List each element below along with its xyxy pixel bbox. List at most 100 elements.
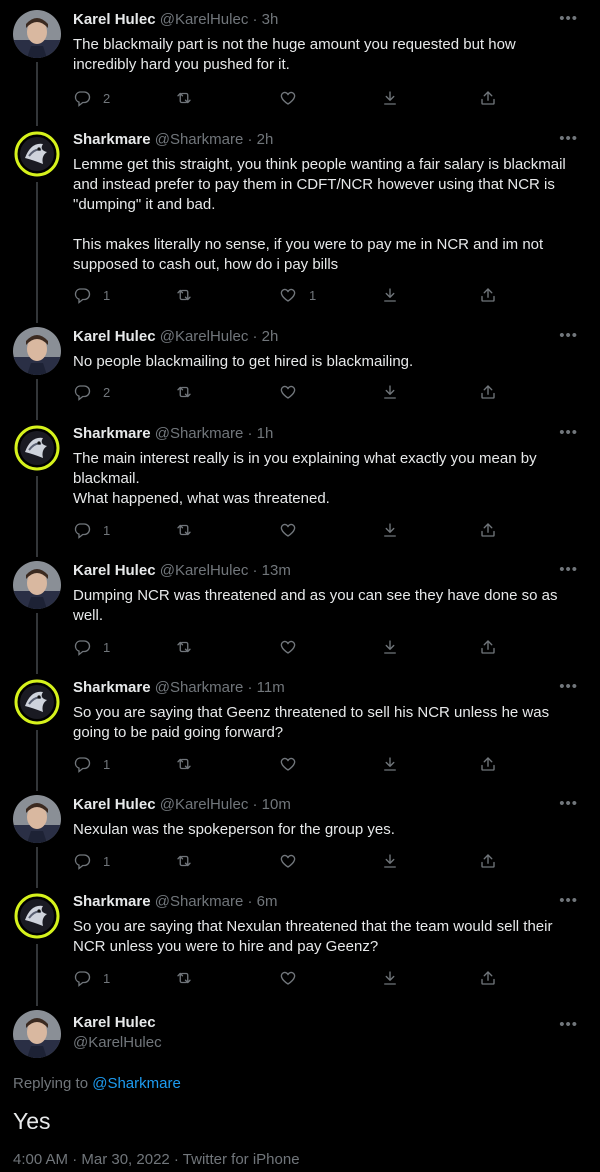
like-button[interactable] [279, 968, 309, 988]
more-icon[interactable]: ••• [559, 795, 578, 813]
share-icon [479, 969, 497, 987]
author-name[interactable]: Karel Hulec [73, 796, 156, 813]
more-icon[interactable]: ••• [559, 892, 578, 910]
reply-button[interactable]: 1 [73, 285, 110, 305]
author-name[interactable]: Sharkmare [73, 425, 151, 442]
reply-button[interactable]: 2 [73, 382, 110, 402]
more-icon[interactable]: ••• [559, 424, 578, 442]
author-name[interactable]: Sharkmare [73, 893, 151, 910]
tweet-actions: 1 [73, 520, 503, 540]
reply-icon [73, 286, 91, 304]
author-handle[interactable]: @KarelHulec [160, 562, 249, 579]
avatar[interactable] [13, 561, 61, 609]
author-handle[interactable]: @Sharkmare [155, 131, 244, 148]
share-button[interactable] [479, 968, 497, 988]
share-button[interactable] [479, 285, 497, 305]
author-handle[interactable]: @Sharkmare [155, 425, 244, 442]
avatar[interactable] [13, 10, 61, 58]
retweet-button[interactable] [175, 520, 193, 540]
like-button[interactable] [279, 88, 309, 108]
avatar[interactable] [13, 795, 61, 843]
author-handle[interactable]: @KarelHulec [160, 328, 249, 345]
separator-dot: · [248, 562, 262, 579]
more-icon[interactable]: ••• [559, 561, 578, 579]
retweet-button[interactable] [175, 851, 193, 871]
replying-mention-link[interactable]: @Sharkmare [92, 1075, 181, 1092]
download-button[interactable] [381, 968, 399, 988]
share-button[interactable] [479, 851, 497, 871]
author-name[interactable]: Sharkmare [73, 131, 151, 148]
like-button[interactable] [279, 637, 309, 657]
share-icon [479, 383, 497, 401]
tweet-time[interactable]: 11m [257, 679, 285, 696]
avatar[interactable] [13, 327, 61, 375]
reply-button[interactable]: 1 [73, 520, 110, 540]
tweet-time[interactable]: 13m [262, 562, 291, 579]
like-button[interactable] [279, 520, 309, 540]
reply-button[interactable]: 1 [73, 637, 110, 657]
share-icon [479, 638, 497, 656]
like-button[interactable]: 1 [279, 285, 316, 305]
author-name[interactable]: Sharkmare [73, 679, 151, 696]
author-handle[interactable]: @Sharkmare [155, 893, 244, 910]
like-button[interactable] [279, 754, 309, 774]
share-button[interactable] [479, 88, 497, 108]
download-button[interactable] [381, 637, 399, 657]
retweet-button[interactable] [175, 637, 193, 657]
thread-connector-line [36, 613, 38, 674]
author-name[interactable]: Karel Hulec [73, 328, 156, 345]
author-handle[interactable]: @Sharkmare [155, 679, 244, 696]
more-icon[interactable]: ••• [559, 1016, 578, 1034]
download-icon [381, 383, 399, 401]
tweet-time[interactable]: 10m [262, 796, 291, 813]
author-name[interactable]: Karel Hulec [73, 11, 156, 28]
like-icon [279, 286, 297, 304]
tweet-time[interactable]: 6m [257, 893, 278, 910]
like-button[interactable] [279, 851, 309, 871]
retweet-button[interactable] [175, 88, 193, 108]
avatar[interactable] [13, 892, 61, 940]
download-icon [381, 755, 399, 773]
tweet-time[interactable]: 3h [262, 11, 279, 28]
download-button[interactable] [381, 382, 399, 402]
author-name[interactable]: Karel Hulec [73, 1014, 156, 1031]
retweet-button[interactable] [175, 754, 193, 774]
like-button[interactable] [279, 382, 309, 402]
like-icon [279, 89, 297, 107]
share-button[interactable] [479, 382, 497, 402]
download-button[interactable] [381, 754, 399, 774]
more-icon[interactable]: ••• [559, 678, 578, 696]
tweet-time[interactable]: 2h [262, 328, 279, 345]
share-button[interactable] [479, 520, 497, 540]
avatar[interactable] [13, 424, 61, 472]
tweet-time[interactable]: 2h [257, 131, 274, 148]
share-button[interactable] [479, 637, 497, 657]
reply-button[interactable]: 1 [73, 968, 110, 988]
share-button[interactable] [479, 754, 497, 774]
download-button[interactable] [381, 88, 399, 108]
retweet-icon [175, 852, 193, 870]
avatar[interactable] [13, 130, 61, 178]
author-handle[interactable]: @KarelHulec [160, 796, 249, 813]
download-button[interactable] [381, 851, 399, 871]
more-icon[interactable]: ••• [559, 10, 578, 28]
more-icon[interactable]: ••• [559, 327, 578, 345]
author-handle[interactable]: @KarelHulec [73, 1034, 162, 1051]
tweet-time[interactable]: 1h [257, 425, 274, 442]
reply-button[interactable]: 2 [73, 88, 110, 108]
author-name[interactable]: Karel Hulec [73, 562, 156, 579]
author-handle[interactable]: @KarelHulec [160, 11, 249, 28]
tweet-actions: 1 [73, 851, 503, 871]
tweet-timestamp[interactable]: 4:00 AM · Mar 30, 2022 · Twitter for iPh… [13, 1151, 300, 1168]
more-icon[interactable]: ••• [559, 130, 578, 148]
download-button[interactable] [381, 520, 399, 540]
reply-button[interactable]: 1 [73, 754, 110, 774]
retweet-button[interactable] [175, 968, 193, 988]
retweet-button[interactable] [175, 285, 193, 305]
separator-dot: · [243, 679, 257, 696]
avatar[interactable] [13, 678, 61, 726]
reply-button[interactable]: 1 [73, 851, 110, 871]
avatar[interactable] [13, 1010, 61, 1058]
retweet-button[interactable] [175, 382, 193, 402]
download-button[interactable] [381, 285, 399, 305]
